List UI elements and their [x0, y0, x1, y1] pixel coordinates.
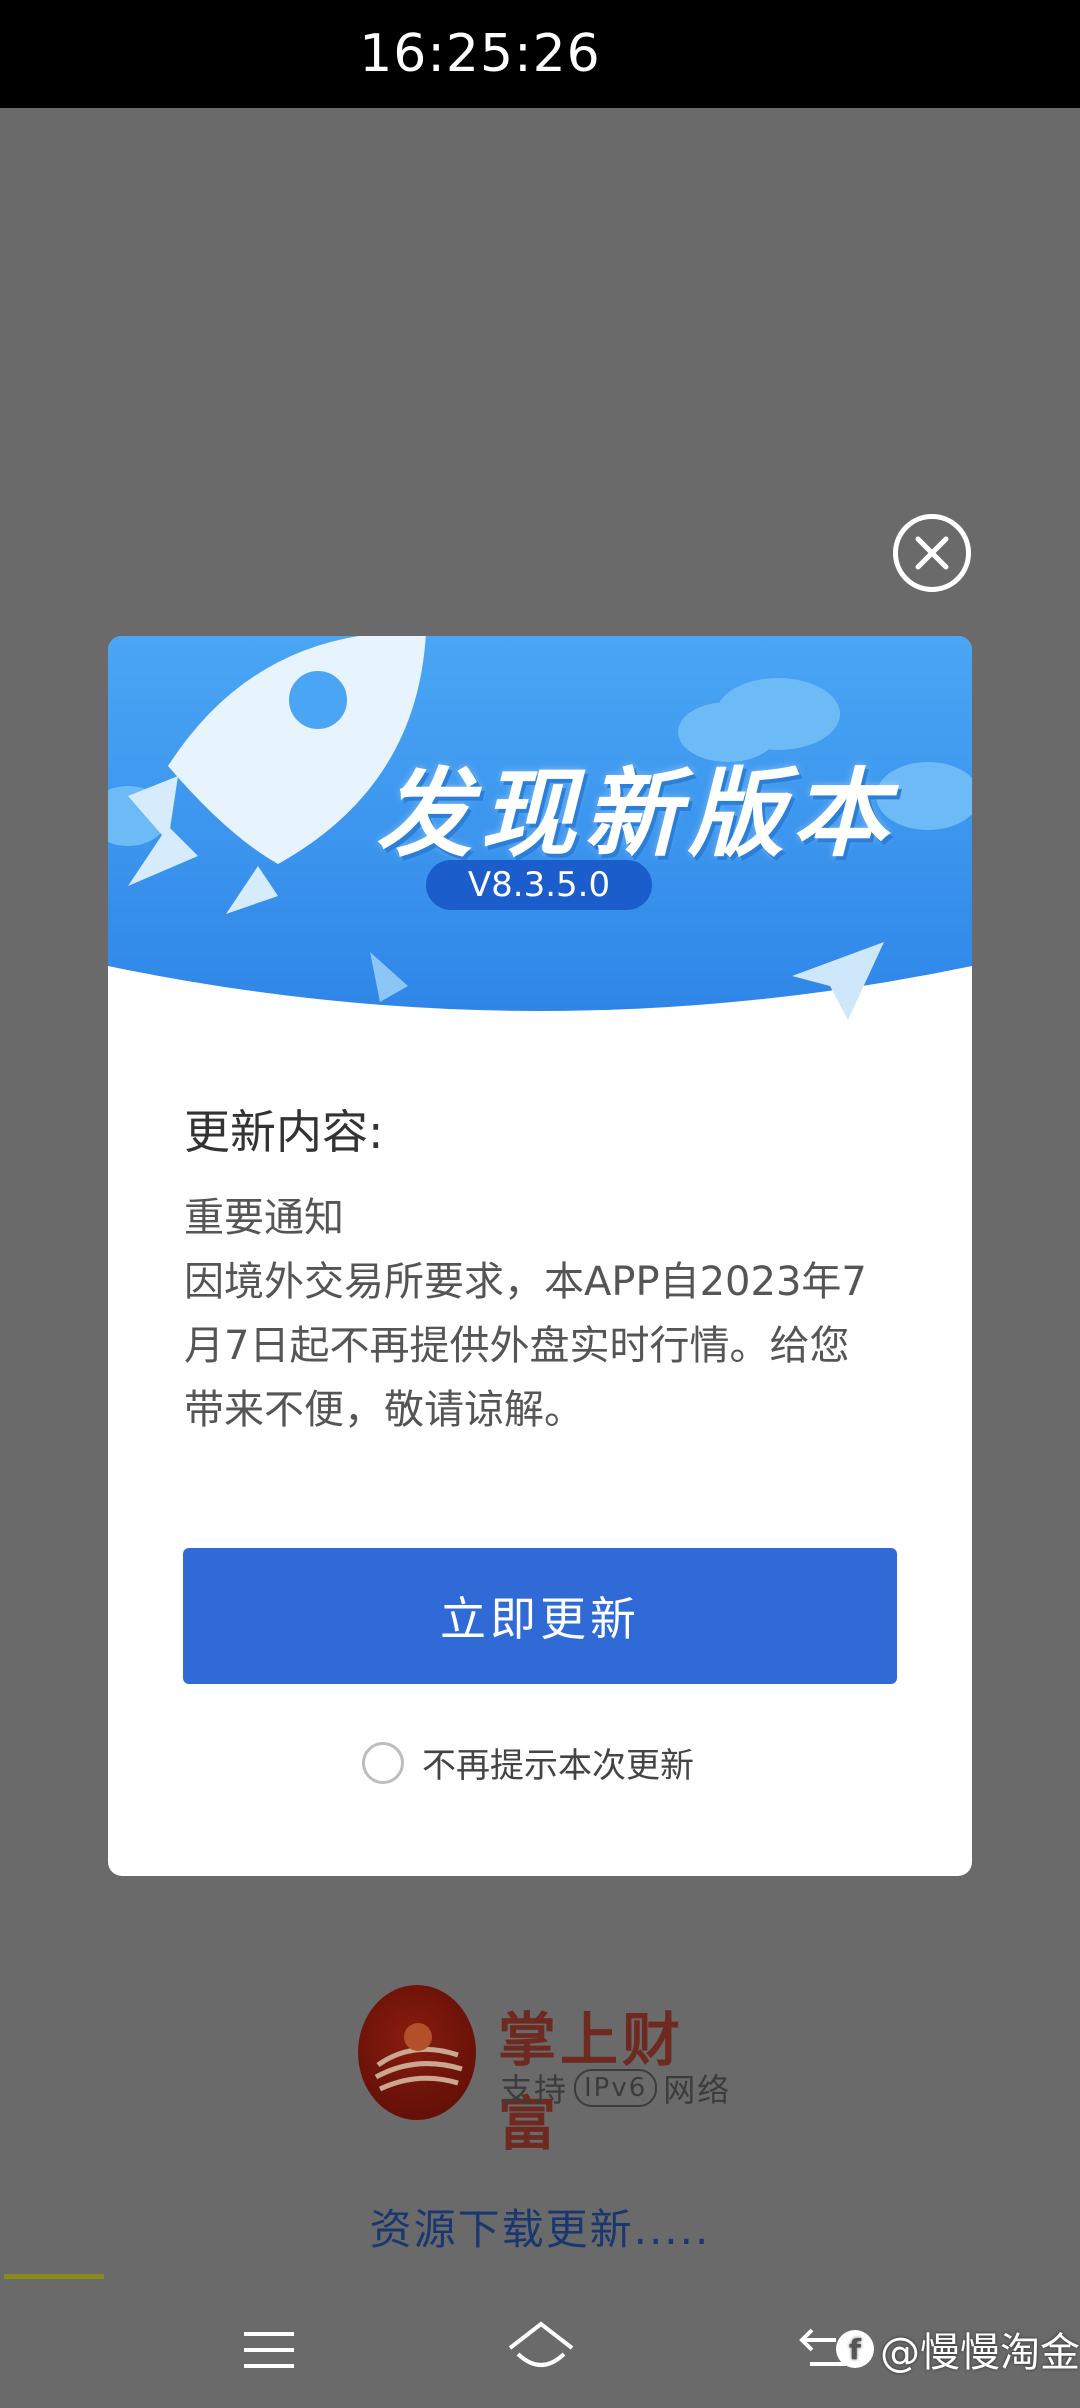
- logo-emblem-icon: [358, 1985, 476, 2120]
- watermark-logo-icon: f: [836, 2330, 874, 2368]
- status-time: 16:25:26: [359, 24, 601, 84]
- banner-title: 发现新版本: [376, 758, 896, 870]
- update-now-button[interactable]: 立即更新: [183, 1548, 897, 1684]
- status-bar: 16:25:26: [0, 0, 1080, 108]
- system-nav-bar: f @慢慢淘金: [0, 2290, 1080, 2408]
- brand-sub-prefix: 支持: [500, 2071, 569, 2109]
- watermark: f @慢慢淘金: [836, 2320, 1080, 2378]
- brand-subtitle: 支持 IPv6 网络: [500, 2065, 731, 2111]
- content-title: 更新内容:: [184, 1105, 384, 1159]
- download-progress-bar: [4, 2274, 104, 2279]
- brand-sub-suffix: 网络: [663, 2071, 732, 2109]
- close-button[interactable]: [893, 514, 971, 592]
- update-dialog: 发现新版本 V8.3.5.0 更新内容: 重要通知 因境外交易所要求，本APP自…: [108, 636, 972, 1876]
- content-body: 重要通知 因境外交易所要求，本APP自2023年7 月7日起不再提供外盘实时行情…: [184, 1195, 867, 1433]
- ipv6-badge: IPv6: [574, 2069, 658, 2107]
- close-icon: [915, 536, 949, 570]
- loading-text: 资源下载更新.....: [369, 2205, 711, 2254]
- home-icon[interactable]: [504, 2318, 578, 2380]
- skip-update-label: 不再提示本次更新: [422, 1746, 694, 1786]
- app-logo: 掌上财富 支持 IPv6 网络: [358, 1985, 738, 2158]
- watermark-text: @慢慢淘金: [880, 2330, 1080, 2376]
- version-badge: V8.3.5.0: [426, 860, 652, 910]
- skip-update-option[interactable]: 不再提示本次更新: [362, 1738, 694, 1787]
- radio-button[interactable]: [362, 1741, 404, 1784]
- menu-icon[interactable]: [240, 2326, 298, 2374]
